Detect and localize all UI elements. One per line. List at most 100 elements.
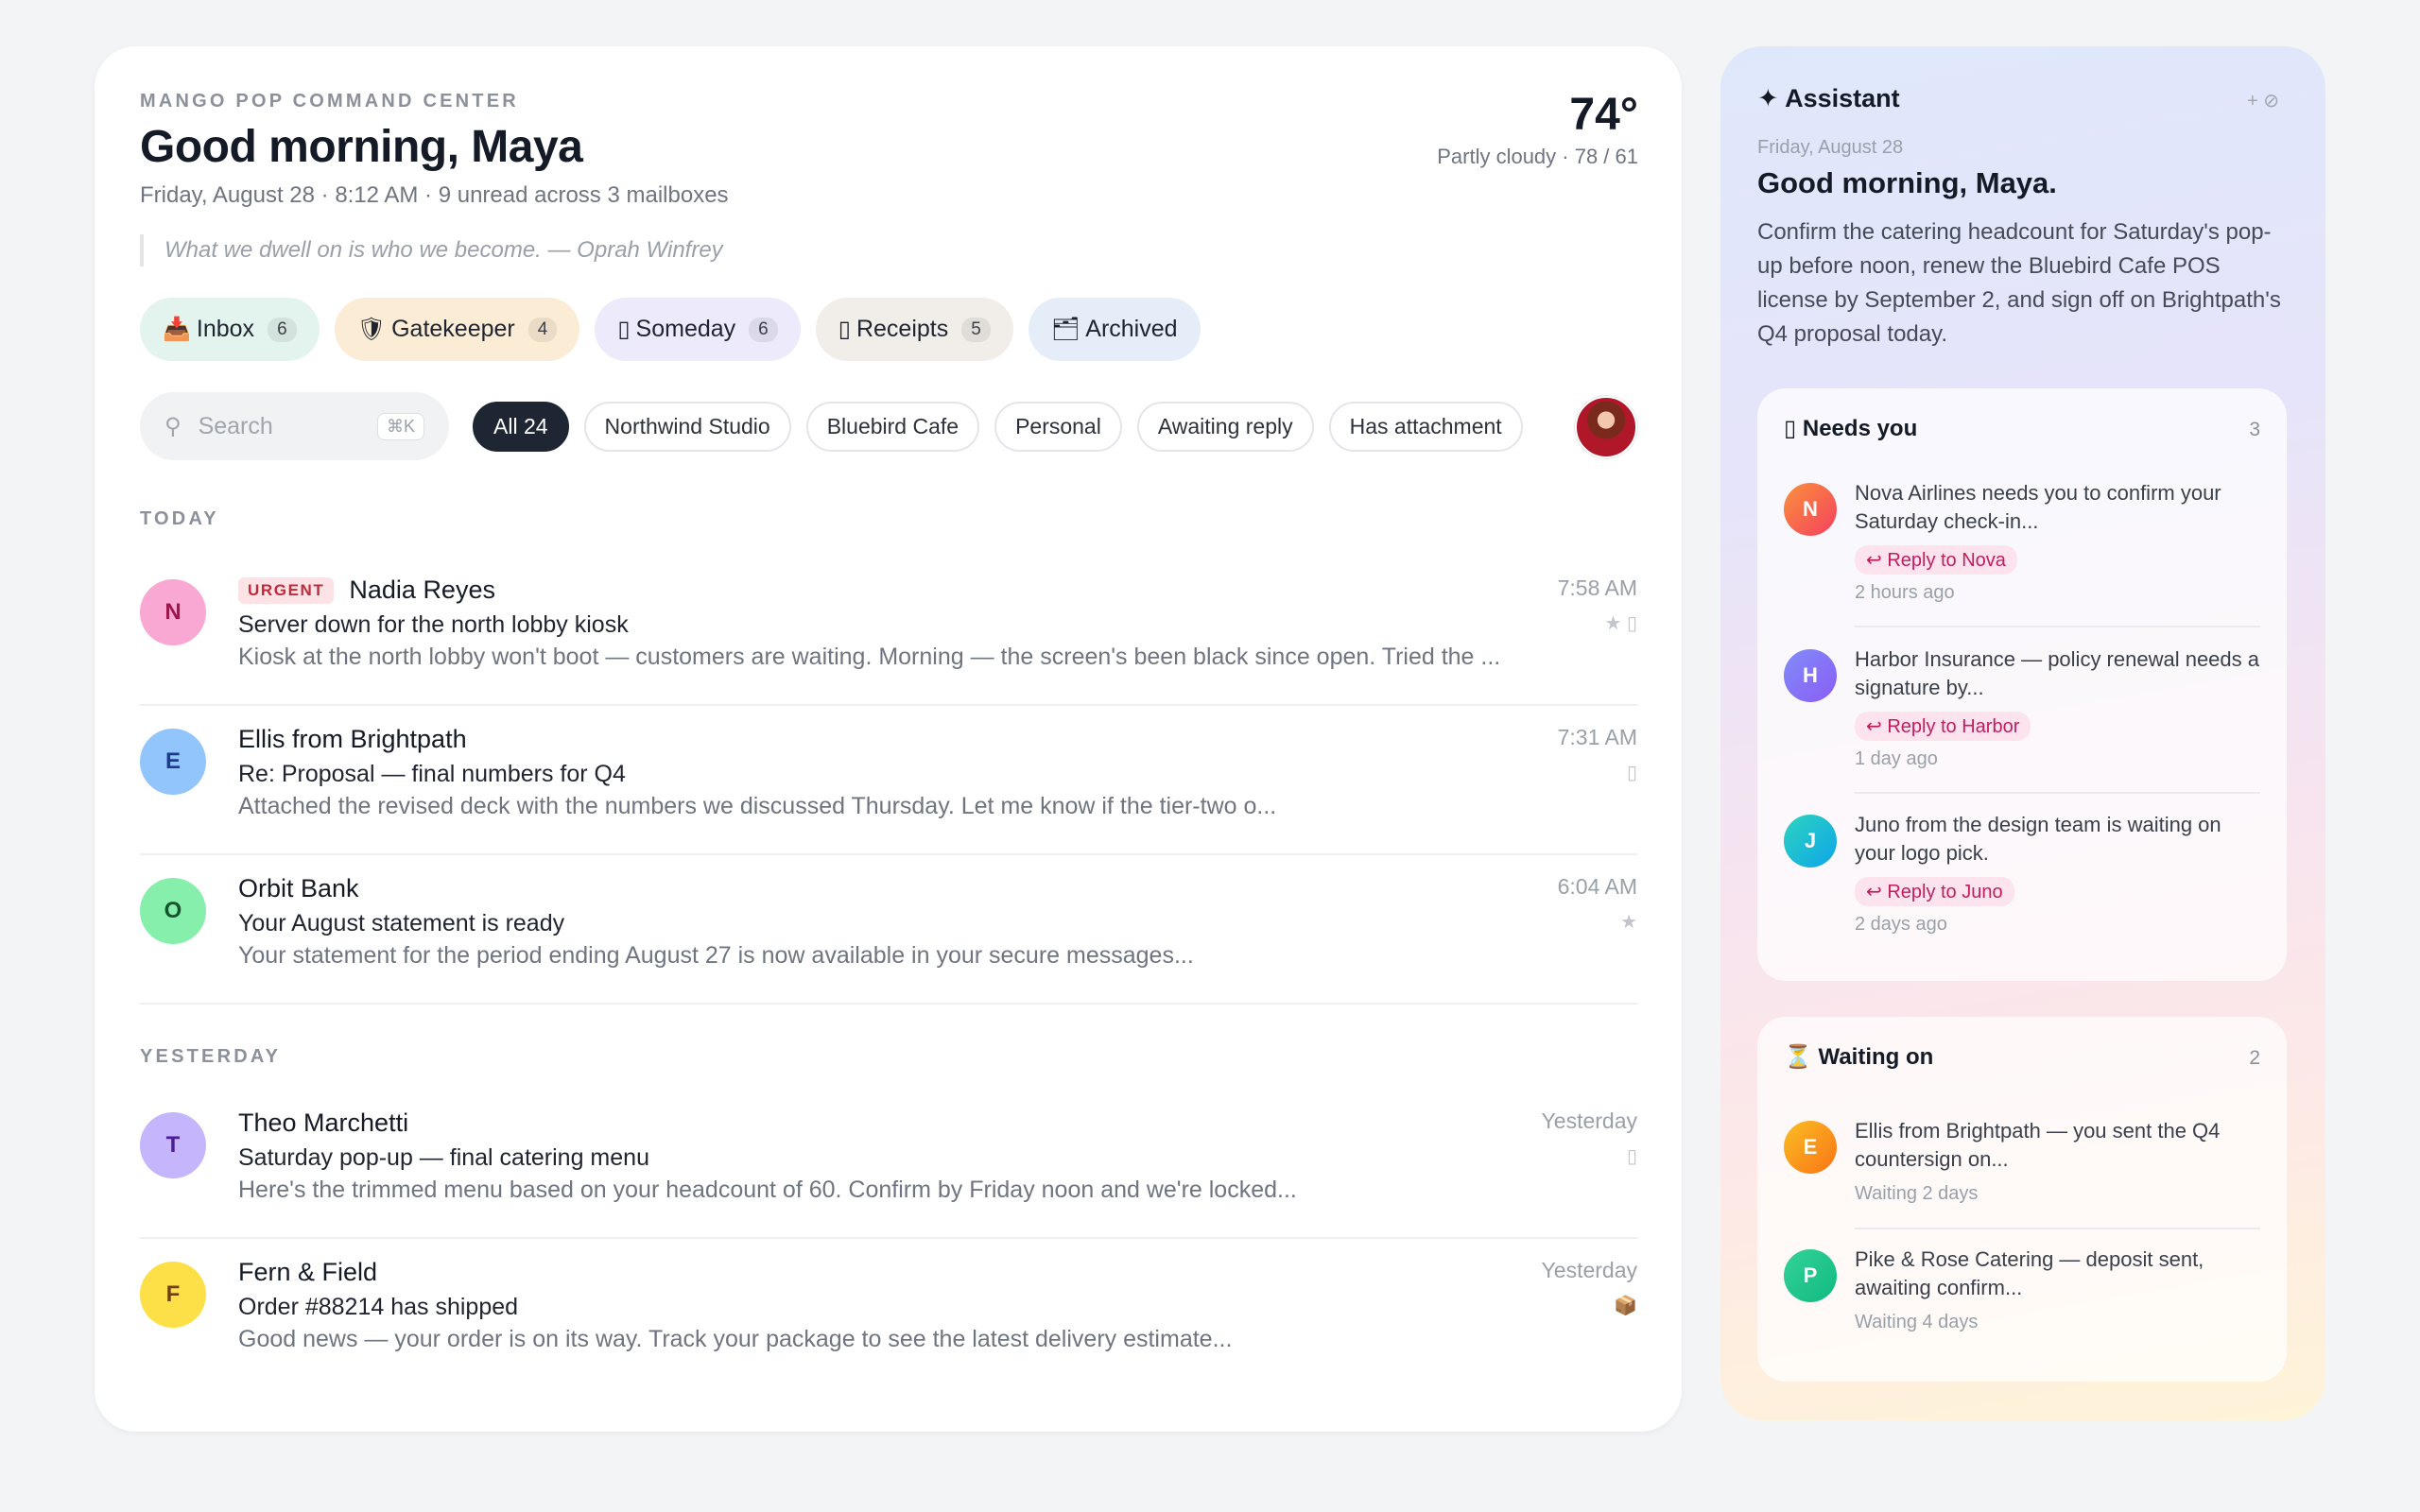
- email-row[interactable]: F Fern & Field Order #88214 has shipped …: [140, 1239, 1637, 1388]
- needs-you-item[interactable]: H Harbor Insurance — policy renewal need…: [1784, 645, 2260, 797]
- email-sender: Fern & Field: [238, 1258, 378, 1286]
- search-input[interactable]: ⚲ Search ⌘K: [140, 392, 449, 460]
- needs-you-item[interactable]: J Juno from the design team is waiting o…: [1784, 811, 2260, 962]
- mailbox-label: Someday: [635, 316, 736, 342]
- package-icon: 📦: [1614, 1296, 1637, 1316]
- avatar: T: [140, 1112, 206, 1178]
- email-flag-icons[interactable]: ★: [1620, 910, 1637, 934]
- mailbox-someday[interactable]: ▯ Someday 6: [595, 298, 801, 361]
- search-shortcut: ⌘K: [376, 412, 424, 440]
- filter-has-attachment[interactable]: Has attachment: [1328, 402, 1523, 452]
- email-sender: Nadia Reyes: [349, 576, 495, 604]
- mailbox-receipts[interactable]: ▯ Receipts 5: [815, 298, 1013, 361]
- email-flag-icons[interactable]: ★ ▯: [1605, 611, 1638, 635]
- waiting-on-count: 2: [2249, 1047, 2260, 1069]
- mailbox-count: 5: [961, 317, 991, 342]
- avatar: N: [1784, 483, 1837, 536]
- task-time: 2 hours ago: [1855, 582, 1955, 603]
- mailbox-label: Archived: [1085, 316, 1178, 342]
- task-text: Pike & Rose Catering — deposit sent, awa…: [1855, 1247, 2204, 1299]
- mailbox-archived[interactable]: 🗂 Archived: [1028, 298, 1201, 361]
- waiting-on-item[interactable]: E Ellis from Brightpath — you sent the Q…: [1784, 1117, 2260, 1221]
- filter-northwind-studio[interactable]: Northwind Studio: [583, 402, 791, 452]
- weather-temperature: 74°: [1569, 90, 1638, 140]
- email-subject: Re: Proposal — final numbers for Q4: [238, 761, 626, 787]
- shield-icon: 🛡: [356, 317, 387, 342]
- task-waiting: Waiting 2 days: [1855, 1183, 1979, 1204]
- email-subject: Your August statement is ready: [238, 910, 565, 936]
- email-sender: Theo Marchetti: [238, 1108, 409, 1137]
- email-row[interactable]: T Theo Marchetti Saturday pop-up — final…: [140, 1090, 1637, 1239]
- mailbox-label: Inbox: [196, 316, 255, 342]
- mailbox-label: Receipts: [856, 316, 949, 342]
- assistant-greeting: Good morning, Maya.: [1757, 166, 2057, 199]
- email-preview: Attached the revised deck with the numbe…: [238, 793, 1277, 819]
- waiting-on-title: ⏳ Waiting on: [1784, 1044, 1934, 1070]
- avatar: P: [1784, 1249, 1837, 1302]
- avatar: H: [1784, 649, 1837, 702]
- section-yesterday: YESTERDAY: [140, 1046, 282, 1067]
- task-text: Juno from the design team is waiting on …: [1855, 813, 2221, 865]
- avatar: O: [140, 878, 206, 944]
- task-text: Harbor Insurance — policy renewal needs …: [1855, 647, 2260, 699]
- avatar: E: [1784, 1121, 1837, 1174]
- mailbox-switcher: 📥 Inbox 6 🛡 Gatekeeper 4 ▯ Someday 6 ▯ R…: [140, 298, 1201, 361]
- email-preview: Good news — your order is on its way. Tr…: [238, 1326, 1233, 1352]
- task-waiting: Waiting 4 days: [1855, 1312, 1979, 1332]
- avatar: N: [140, 579, 206, 645]
- mailbox-inbox[interactable]: 📥 Inbox 6: [140, 298, 320, 361]
- assistant-toolbar-icons[interactable]: + ⊘: [2247, 89, 2279, 112]
- mailbox-count: 4: [527, 317, 558, 342]
- email-subject: Order #88214 has shipped: [238, 1294, 519, 1320]
- assistant-summary: Confirm the catering headcount for Satur…: [1757, 219, 2281, 347]
- mailbox-count: 6: [268, 317, 297, 342]
- email-flag-icons[interactable]: ▯: [1627, 1144, 1637, 1168]
- needs-you-card: ▯ Needs you 3 N Nova Airlines needs you …: [1757, 388, 2287, 981]
- filter-personal[interactable]: Personal: [994, 402, 1122, 452]
- email-time: 7:58 AM: [1557, 576, 1637, 600]
- email-sender: Orbit Bank: [238, 874, 359, 902]
- mailbox-label: Gatekeeper: [391, 316, 515, 342]
- avatar: E: [140, 729, 206, 795]
- page-title: Good morning, Maya: [140, 122, 583, 172]
- needs-you-item[interactable]: N Nova Airlines needs you to confirm you…: [1784, 479, 2260, 630]
- user-avatar[interactable]: [1575, 396, 1637, 458]
- filter-bluebird-cafe[interactable]: Bluebird Cafe: [805, 402, 980, 452]
- email-row[interactable]: O Orbit Bank Your August statement is re…: [140, 855, 1637, 1005]
- section-today: TODAY: [140, 508, 219, 529]
- date-status-line: Friday, August 28 · 8:12 AM · 9 unread a…: [140, 182, 729, 208]
- email-time: Yesterday: [1541, 1108, 1637, 1133]
- email-preview: Here's the trimmed menu based on your he…: [238, 1177, 1297, 1203]
- mailbox-gatekeeper[interactable]: 🛡 Gatekeeper 4: [334, 298, 580, 361]
- brand-label: MANGO POP COMMAND CENTER: [140, 91, 519, 112]
- email-row[interactable]: N URGENT Nadia Reyes Server down for the…: [140, 557, 1637, 706]
- receipt-icon: ▯: [838, 317, 851, 342]
- task-text: Nova Airlines needs you to confirm your …: [1855, 481, 2221, 533]
- email-preview: Your statement for the period ending Aug…: [238, 942, 1194, 969]
- needs-you-title: ▯ Needs you: [1784, 416, 1918, 441]
- filter-all[interactable]: All 24: [473, 402, 569, 452]
- needs-you-count: 3: [2249, 419, 2260, 440]
- daily-quote: What we dwell on is who we become. — Opr…: [140, 234, 723, 266]
- inbox-tray-icon: 📥: [163, 317, 191, 342]
- assistant-title: ✦ Assistant: [1757, 84, 1900, 112]
- email-time: Yesterday: [1541, 1258, 1637, 1282]
- email-flag-icons[interactable]: ▯: [1627, 761, 1637, 784]
- email-preview: Kiosk at the north lobby won't boot — cu…: [238, 644, 1501, 670]
- email-subject: Server down for the north lobby kiosk: [238, 611, 629, 638]
- task-text: Ellis from Brightpath — you sent the Q4 …: [1855, 1119, 2221, 1171]
- avatar: J: [1784, 815, 1837, 868]
- search-icon: ⚲: [164, 413, 182, 439]
- waiting-on-card: ⏳ Waiting on 2 E Ellis from Brightpath —…: [1757, 1017, 2287, 1382]
- reply-button[interactable]: ↩ Reply to Juno: [1855, 877, 2014, 906]
- email-sender: Ellis from Brightpath: [238, 725, 467, 753]
- waiting-on-item[interactable]: P Pike & Rose Catering — deposit sent, a…: [1784, 1246, 2260, 1349]
- reply-button[interactable]: ↩ Reply to Nova: [1855, 545, 2017, 575]
- email-row[interactable]: E Ellis from Brightpath Re: Proposal — f…: [140, 706, 1637, 855]
- filter-awaiting-reply[interactable]: Awaiting reply: [1136, 402, 1314, 452]
- divider: [1855, 626, 2260, 627]
- weather-description: Partly cloudy · 78 / 61: [1437, 145, 1638, 168]
- task-time: 2 days ago: [1855, 914, 1947, 935]
- avatar: F: [140, 1262, 206, 1328]
- reply-button[interactable]: ↩ Reply to Harbor: [1855, 712, 2031, 741]
